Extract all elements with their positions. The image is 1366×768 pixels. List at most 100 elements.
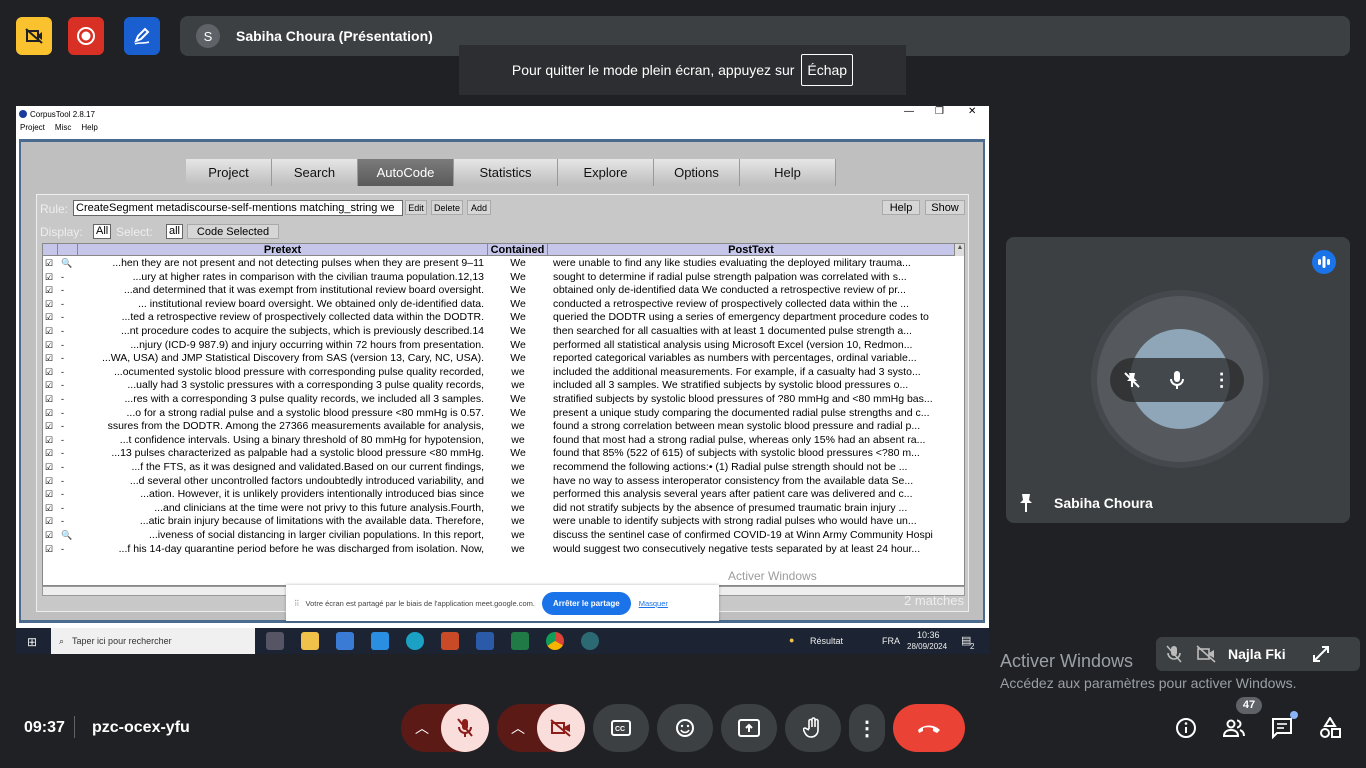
row-marker[interactable]: - bbox=[61, 366, 75, 380]
rule-field[interactable]: CreateSegment metadiscourse-self-mention… bbox=[73, 200, 403, 216]
row-checkbox[interactable]: ☑ bbox=[45, 379, 55, 393]
corpustool-icon[interactable] bbox=[581, 632, 599, 650]
row-checkbox[interactable]: ☑ bbox=[45, 447, 55, 461]
language-indicator[interactable]: FRA bbox=[882, 636, 900, 646]
display-select[interactable]: All bbox=[93, 224, 112, 239]
row-marker[interactable]: - bbox=[61, 271, 75, 285]
minimize-icon[interactable]: — bbox=[904, 106, 914, 117]
chrome-icon[interactable] bbox=[546, 632, 564, 650]
microphone-icon[interactable] bbox=[1168, 370, 1186, 390]
row-checkbox[interactable]: ☑ bbox=[45, 352, 55, 366]
row-marker[interactable]: 🔍 bbox=[61, 257, 75, 271]
present-button[interactable] bbox=[721, 704, 777, 752]
reactions-button[interactable] bbox=[657, 704, 713, 752]
weather-text[interactable]: Résultat bbox=[810, 636, 843, 646]
tab-help[interactable]: Help bbox=[740, 159, 836, 186]
people-button[interactable] bbox=[1220, 714, 1248, 742]
row-checkbox[interactable]: ☑ bbox=[45, 366, 55, 380]
table-row[interactable]: ☑ - ...and clinicians at the time were not… bbox=[43, 502, 955, 516]
table-row[interactable]: ☑ - ... institutional review board oversig… bbox=[43, 298, 955, 312]
stop-video-recording-button[interactable] bbox=[16, 17, 52, 55]
row-checkbox[interactable]: ☑ bbox=[45, 393, 55, 407]
table-row[interactable]: ☑ 🔍 ...hen they are not present and not de… bbox=[43, 257, 955, 271]
row-marker[interactable]: - bbox=[61, 298, 75, 312]
row-checkbox[interactable]: ☑ bbox=[45, 284, 55, 298]
store-icon[interactable] bbox=[336, 632, 354, 650]
drag-handle-icon[interactable]: ⠿ bbox=[294, 599, 300, 608]
table-row[interactable]: ☑ - ...ury at higher rates in comparison w… bbox=[43, 271, 955, 285]
table-row[interactable]: ☑ 🔍 ...iveness of social distancing in lar… bbox=[43, 529, 955, 543]
escape-key[interactable]: Échap bbox=[801, 54, 854, 86]
row-marker[interactable]: - bbox=[61, 379, 75, 393]
more-options-button[interactable]: ⋮ bbox=[849, 704, 885, 752]
table-row[interactable]: ☑ - ssures from the DODTR. Among the 27366… bbox=[43, 420, 955, 434]
tab-search[interactable]: Search bbox=[272, 159, 358, 186]
col-pretext[interactable]: Pretext bbox=[78, 244, 488, 256]
row-marker[interactable]: - bbox=[61, 461, 75, 475]
table-row[interactable]: ☑ - ...atic brain injury because of limita… bbox=[43, 515, 955, 529]
row-marker[interactable]: - bbox=[61, 352, 75, 366]
captions-button[interactable]: CC bbox=[593, 704, 649, 752]
table-row[interactable]: ☑ - ...f his 14-day quarantine period befo… bbox=[43, 543, 955, 557]
table-row[interactable]: ☑ - ...ation. However, it is unlikely prov… bbox=[43, 488, 955, 502]
chat-button[interactable] bbox=[1268, 711, 1298, 742]
row-checkbox[interactable]: ☑ bbox=[45, 298, 55, 312]
row-checkbox[interactable]: ☑ bbox=[45, 515, 55, 529]
row-marker[interactable]: - bbox=[61, 325, 75, 339]
more-options-icon[interactable]: ⋮ bbox=[1213, 370, 1231, 391]
tab-project[interactable]: Project bbox=[186, 159, 272, 186]
show-button[interactable]: Show bbox=[925, 200, 965, 215]
audio-options-chevron-icon[interactable]: ︿ bbox=[415, 718, 429, 738]
excel-icon[interactable] bbox=[511, 632, 529, 650]
edge-icon[interactable] bbox=[406, 632, 424, 650]
mail-icon[interactable] bbox=[371, 632, 389, 650]
taskbar-search[interactable]: ⌕ Taper ici pour rechercher bbox=[51, 628, 255, 654]
expand-icon[interactable] bbox=[1312, 645, 1330, 663]
word-icon[interactable] bbox=[476, 632, 494, 650]
col-contained[interactable]: Contained bbox=[488, 244, 548, 256]
row-checkbox[interactable]: ☑ bbox=[45, 502, 55, 516]
row-marker[interactable]: - bbox=[61, 420, 75, 434]
taskbar-date[interactable]: 28/09/2024 bbox=[907, 642, 947, 651]
row-checkbox[interactable]: ☑ bbox=[45, 420, 55, 434]
code-selected-button[interactable]: Code Selected bbox=[187, 224, 279, 239]
tab-options[interactable]: Options bbox=[654, 159, 740, 186]
windows-start-icon[interactable]: ⊞ bbox=[27, 635, 37, 649]
row-checkbox[interactable]: ☑ bbox=[45, 543, 55, 557]
menu-misc[interactable]: Misc bbox=[55, 123, 71, 135]
activities-button[interactable] bbox=[1316, 714, 1344, 742]
row-checkbox[interactable]: ☑ bbox=[45, 325, 55, 339]
task-view-icon[interactable] bbox=[266, 632, 284, 650]
camera-toggle-button[interactable] bbox=[537, 704, 585, 752]
row-checkbox[interactable]: ☑ bbox=[45, 257, 55, 271]
pin-icon[interactable] bbox=[1018, 493, 1034, 513]
select-all[interactable]: all bbox=[166, 224, 184, 239]
table-row[interactable]: ☑ - ...o for a strong radial pulse and a s… bbox=[43, 407, 955, 421]
row-marker[interactable]: - bbox=[61, 393, 75, 407]
table-row[interactable]: ☑ - ...and determined that it was exempt f… bbox=[43, 284, 955, 298]
add-button[interactable]: Add bbox=[467, 200, 491, 215]
microphone-toggle-button[interactable] bbox=[441, 704, 489, 752]
table-row[interactable]: ☑ - ...res with a corresponding 3 pulse qu… bbox=[43, 393, 955, 407]
table-row[interactable]: ☑ - ...ted a retrospective review of prosp… bbox=[43, 311, 955, 325]
row-marker[interactable]: - bbox=[61, 543, 75, 557]
tab-statistics[interactable]: Statistics bbox=[454, 159, 558, 186]
row-marker[interactable]: - bbox=[61, 447, 75, 461]
tab-explore[interactable]: Explore bbox=[558, 159, 654, 186]
leave-call-button[interactable] bbox=[893, 704, 965, 752]
col-posttext[interactable]: PostText bbox=[548, 244, 955, 256]
video-options-chevron-icon[interactable]: ︿ bbox=[511, 718, 525, 738]
table-row[interactable]: ☑ - ...t confidence intervals. Using a bin… bbox=[43, 434, 955, 448]
file-explorer-icon[interactable] bbox=[301, 632, 319, 650]
taskbar-time[interactable]: 10:36 bbox=[917, 630, 940, 640]
row-checkbox[interactable]: ☑ bbox=[45, 271, 55, 285]
restore-icon[interactable]: ❐ bbox=[935, 106, 944, 117]
row-checkbox[interactable]: ☑ bbox=[45, 339, 55, 353]
row-marker[interactable]: - bbox=[61, 502, 75, 516]
menu-project[interactable]: Project bbox=[20, 123, 45, 135]
help-button[interactable]: Help bbox=[882, 200, 920, 215]
annotate-button[interactable] bbox=[124, 17, 160, 55]
row-marker[interactable]: - bbox=[61, 339, 75, 353]
row-marker[interactable]: - bbox=[61, 515, 75, 529]
row-marker[interactable]: - bbox=[61, 407, 75, 421]
